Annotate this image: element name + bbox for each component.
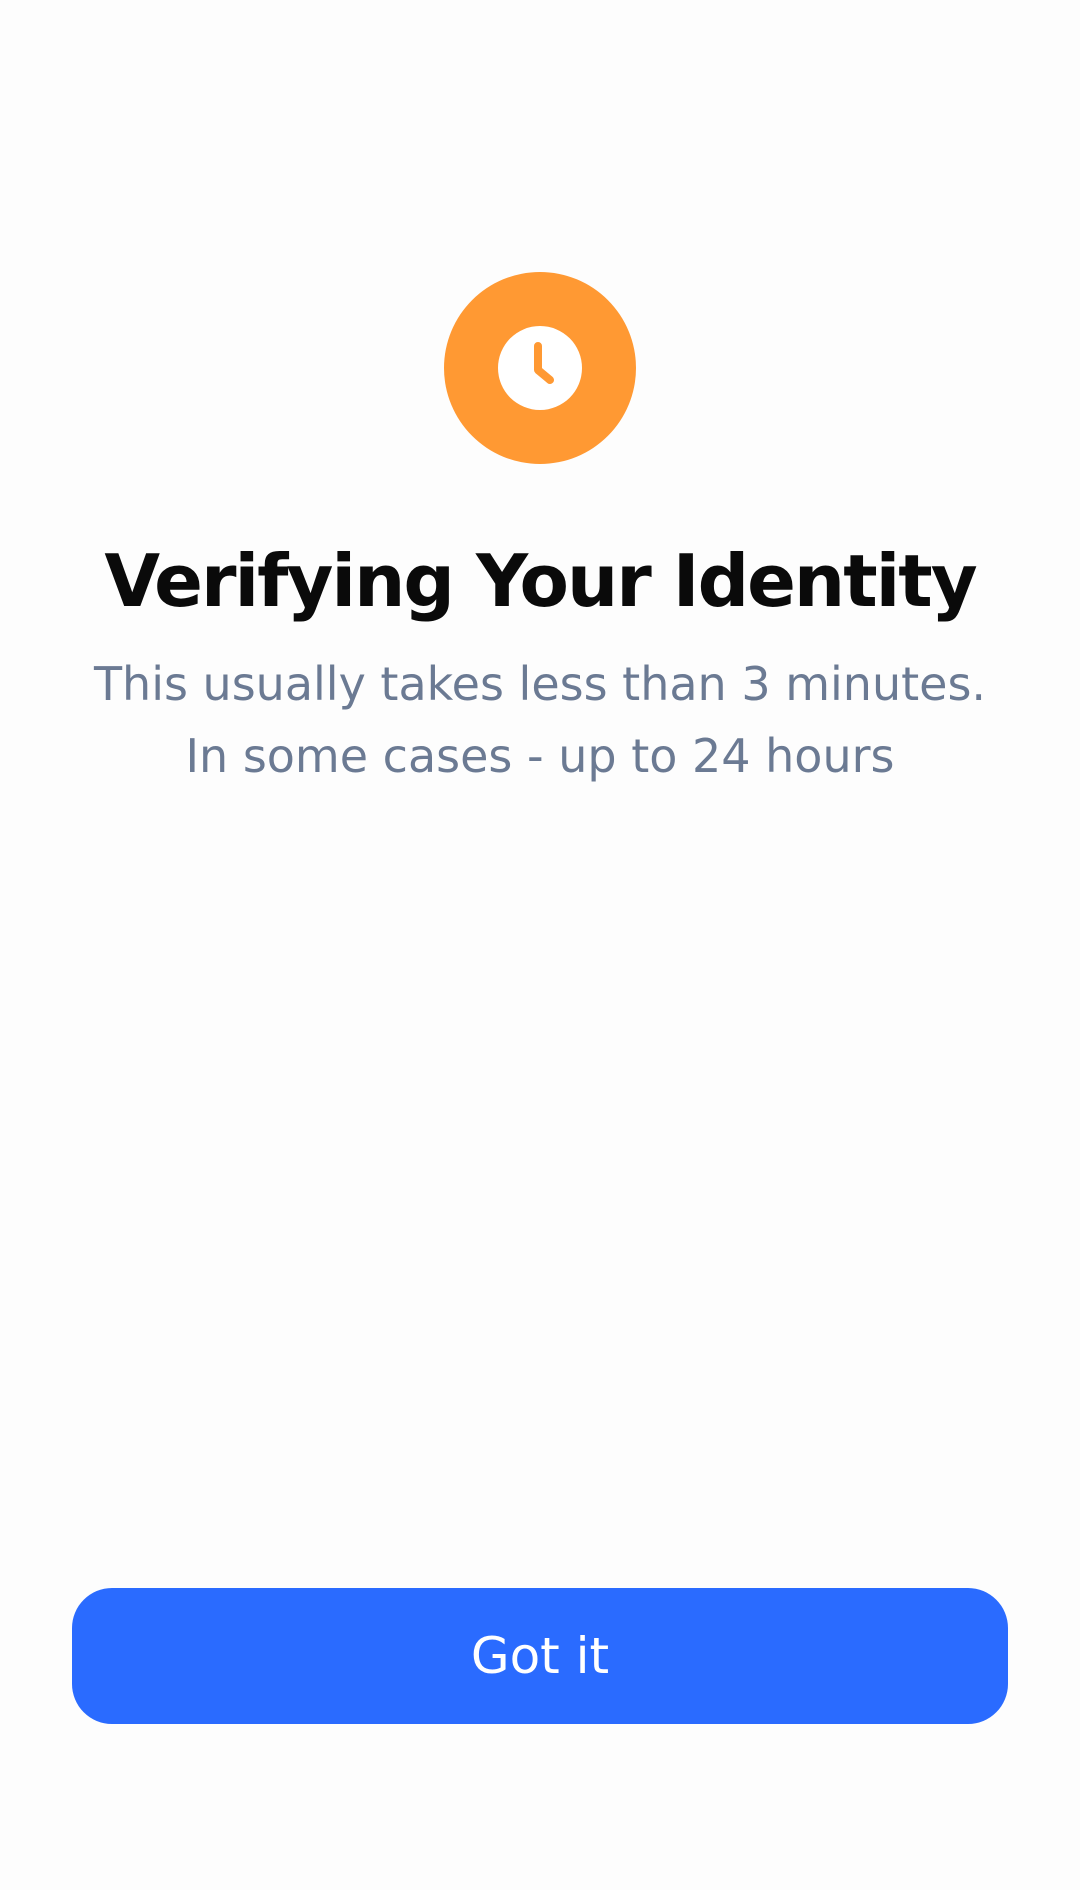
clock-icon [498, 326, 582, 410]
subtitle-line-1: This usually takes less than 3 minutes. [93, 657, 987, 711]
verification-pending-screen: Verifying Your Identity This usually tak… [0, 0, 1080, 1890]
page-subtitle: This usually takes less than 3 minutes. … [60, 648, 1020, 792]
subtitle-line-2: In some cases - up to 24 hours [185, 729, 895, 783]
status-badge [444, 272, 636, 464]
got-it-button[interactable]: Got it [72, 1588, 1008, 1724]
page-title: Verifying Your Identity [104, 539, 977, 623]
